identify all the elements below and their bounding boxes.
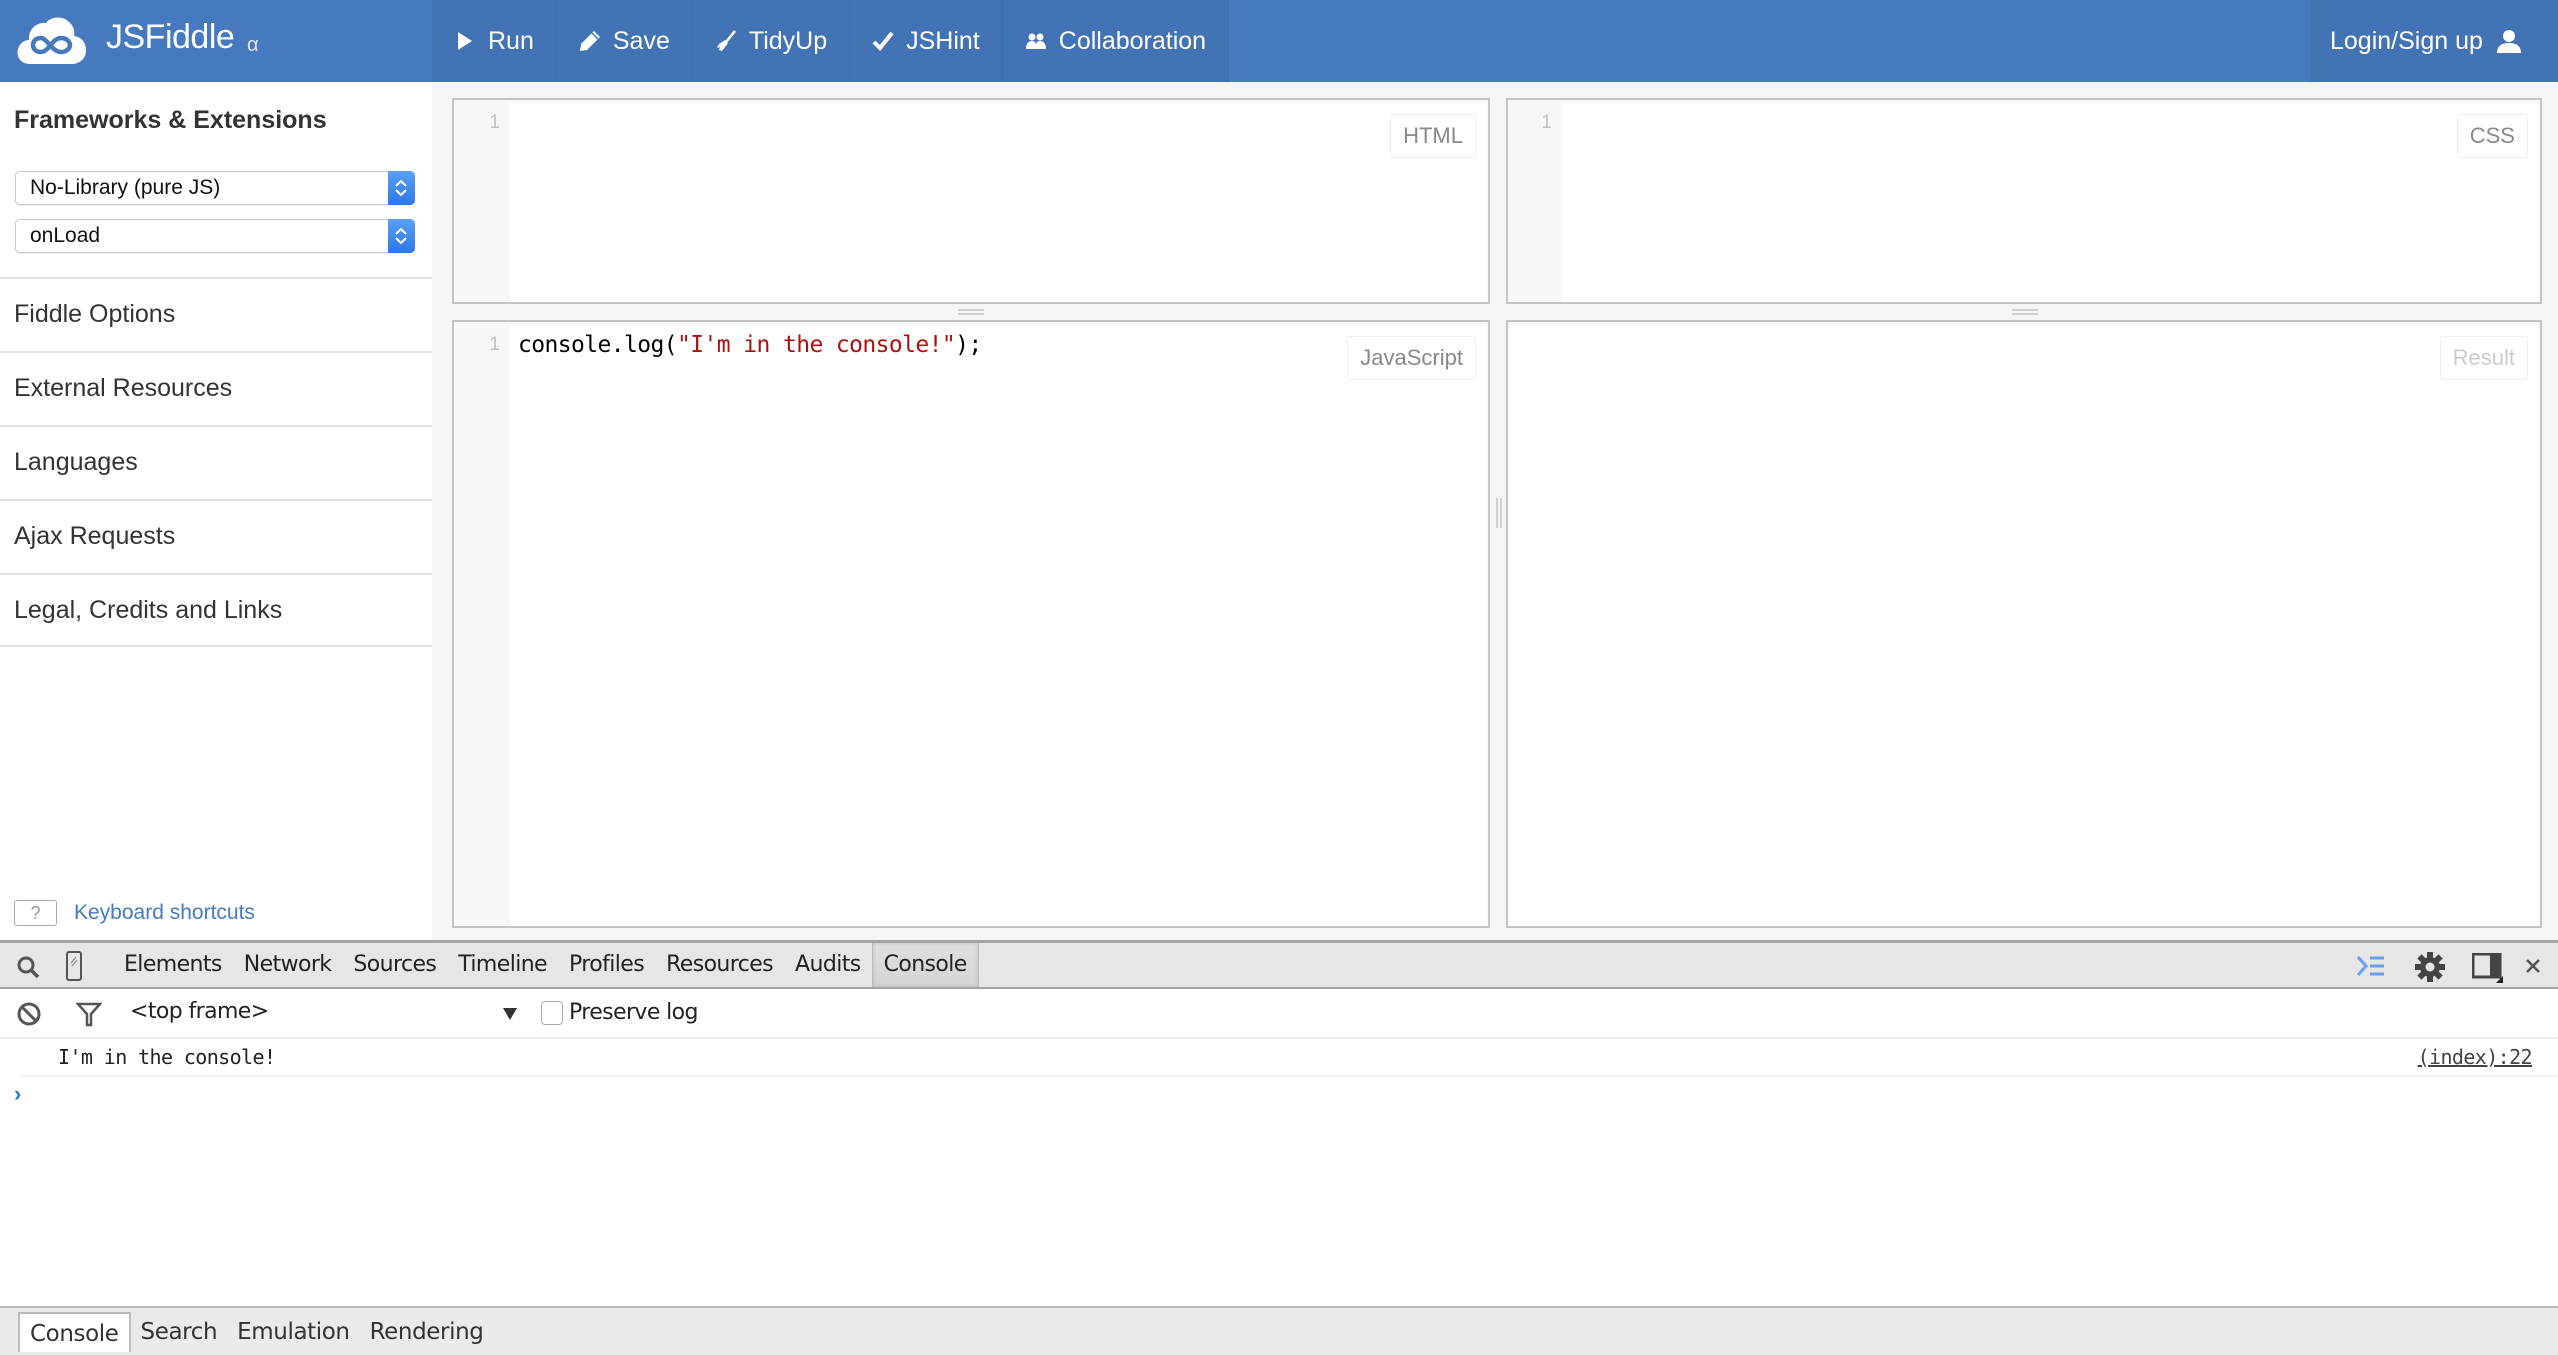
sidebar-item-external-resources[interactable]: External Resources [0, 351, 432, 425]
users-icon [1025, 30, 1047, 52]
tidyup-label: TidyUp [748, 26, 828, 55]
html-panel-label: HTML [1390, 114, 1476, 158]
main-nav: Run Save TidyUp JSHint Collaboration [432, 0, 1230, 82]
horizontal-resize-handle-right[interactable] [2012, 309, 2038, 315]
keyboard-shortcuts-label[interactable]: Keyboard shortcuts [74, 901, 255, 925]
show-drawer-icon[interactable] [2356, 955, 2386, 977]
tab-elements[interactable]: Elements [113, 943, 233, 987]
brand-name[interactable]: JSFiddle [106, 18, 235, 57]
devtools-tabs: Elements Network Sources Timeline Profil… [113, 943, 979, 987]
result-panel-label: Result [2439, 336, 2528, 380]
login-label: Login/Sign up [2330, 26, 2483, 55]
load-type-select[interactable]: onLoad [15, 219, 415, 253]
pencil-icon [579, 30, 601, 52]
console-prompt-icon: › [14, 1081, 22, 1106]
save-label: Save [612, 26, 670, 55]
user-icon [2496, 30, 2521, 53]
console-filter-bar: <top frame> Preserve log [0, 989, 2558, 1039]
preserve-log-label: Preserve log [569, 1000, 699, 1025]
line-gutter: 1 [454, 100, 510, 302]
jsfiddle-logo-icon[interactable] [16, 14, 88, 66]
frame-select[interactable]: <top frame> [130, 999, 269, 1024]
close-devtools-icon[interactable] [2524, 957, 2542, 975]
line-number: 1 [1541, 112, 1552, 133]
select-arrows-icon [388, 171, 415, 205]
css-panel-label: CSS [2456, 114, 2528, 158]
load-type-select-value: onLoad [30, 224, 101, 247]
clear-console-icon[interactable] [16, 1001, 42, 1027]
sidebar-divider [0, 645, 432, 647]
frame-dropdown-arrow-icon[interactable] [502, 1007, 518, 1021]
jshint-label: JSHint [906, 26, 980, 55]
collaboration-label: Collaboration [1058, 26, 1207, 55]
log-message: I'm in the console! [58, 1045, 276, 1069]
jshint-button[interactable]: JSHint [850, 0, 1003, 82]
library-select-value: No-Library (pure JS) [30, 176, 221, 199]
device-mode-icon[interactable] [66, 951, 82, 981]
broom-icon [715, 30, 737, 52]
devtools-drawer: Console Search Emulation Rendering [0, 1306, 2558, 1355]
devtools-panel: Elements Network Sources Timeline Profil… [0, 940, 2558, 1355]
tab-profiles[interactable]: Profiles [558, 943, 655, 987]
line-gutter: 1 [1508, 100, 1562, 302]
run-button[interactable]: Run [432, 0, 557, 82]
sidebar-item-legal-credits-links[interactable]: Legal, Credits and Links [0, 573, 432, 647]
tab-audits[interactable]: Audits [784, 943, 872, 987]
drawer-tabs: Console Search Emulation Rendering [18, 1312, 493, 1352]
vertical-resize-handle[interactable] [1496, 498, 1502, 528]
line-gutter: 1 [454, 322, 510, 926]
tab-network[interactable]: Network [233, 943, 343, 987]
sidebar-item-languages[interactable]: Languages [0, 425, 432, 499]
log-source-link[interactable]: (index):22 [2418, 1045, 2533, 1069]
tab-resources[interactable]: Resources [655, 943, 784, 987]
select-arrows-icon [388, 219, 415, 253]
drawer-tab-rendering[interactable]: Rendering [360, 1312, 494, 1352]
collaboration-button[interactable]: Collaboration [1003, 0, 1230, 82]
line-number: 1 [489, 112, 500, 133]
tidyup-button[interactable]: TidyUp [693, 0, 851, 82]
drawer-tab-search[interactable]: Search [131, 1312, 228, 1352]
drawer-tab-console[interactable]: Console [18, 1312, 131, 1352]
brand-alpha-badge: α [247, 34, 259, 56]
sidebar-item-ajax-requests[interactable]: Ajax Requests [0, 499, 432, 573]
line-number: 1 [489, 334, 500, 355]
keyboard-shortcuts-link[interactable]: ? Keyboard shortcuts [14, 900, 255, 926]
login-signup-button[interactable]: Login/Sign up [2310, 0, 2558, 82]
code-string: "I'm in the console!" [676, 332, 956, 358]
filter-icon[interactable] [76, 1001, 102, 1027]
devtools-toolbar: Elements Network Sources Timeline Profil… [0, 943, 2558, 989]
top-bar: JSFiddle α Run Save TidyUp JSHint Collab… [0, 0, 2558, 82]
tab-sources[interactable]: Sources [342, 943, 447, 987]
sidebar-title: Frameworks & Extensions [14, 106, 327, 134]
code-text: ); [955, 332, 982, 358]
tab-timeline[interactable]: Timeline [447, 943, 558, 987]
sidebar-item-fiddle-options[interactable]: Fiddle Options [0, 277, 432, 351]
checkbox-box[interactable] [541, 1000, 563, 1025]
keyboard-key-icon: ? [14, 900, 57, 926]
run-label: Run [488, 26, 534, 55]
javascript-panel-label: JavaScript [1347, 336, 1476, 380]
javascript-editor[interactable]: 1 console.log("I'm in the console!"); Ja… [452, 320, 1490, 928]
drawer-tab-emulation[interactable]: Emulation [227, 1312, 359, 1352]
console-log-row: I'm in the console! (index):22 [22, 1039, 2558, 1077]
preserve-log-checkbox[interactable]: Preserve log [541, 1000, 699, 1025]
sidebar: Frameworks & Extensions No-Library (pure… [0, 82, 432, 940]
play-icon [454, 30, 476, 52]
css-editor[interactable]: 1 CSS [1506, 98, 2542, 304]
horizontal-resize-handle-left[interactable] [958, 309, 984, 315]
library-select[interactable]: No-Library (pure JS) [15, 171, 415, 205]
dock-side-icon[interactable] [2472, 953, 2504, 983]
inspect-search-icon[interactable] [16, 955, 40, 979]
code-line[interactable]: console.log("I'm in the console!"); [518, 332, 982, 358]
save-button[interactable]: Save [557, 0, 693, 82]
tab-console[interactable]: Console [871, 943, 979, 987]
code-text: console.log( [518, 332, 678, 358]
html-editor[interactable]: 1 HTML [452, 98, 1490, 304]
console-input[interactable] [40, 1079, 2530, 1109]
settings-gear-icon[interactable] [2414, 951, 2446, 983]
result-panel[interactable]: Result [1506, 320, 2542, 928]
check-icon [872, 30, 894, 52]
